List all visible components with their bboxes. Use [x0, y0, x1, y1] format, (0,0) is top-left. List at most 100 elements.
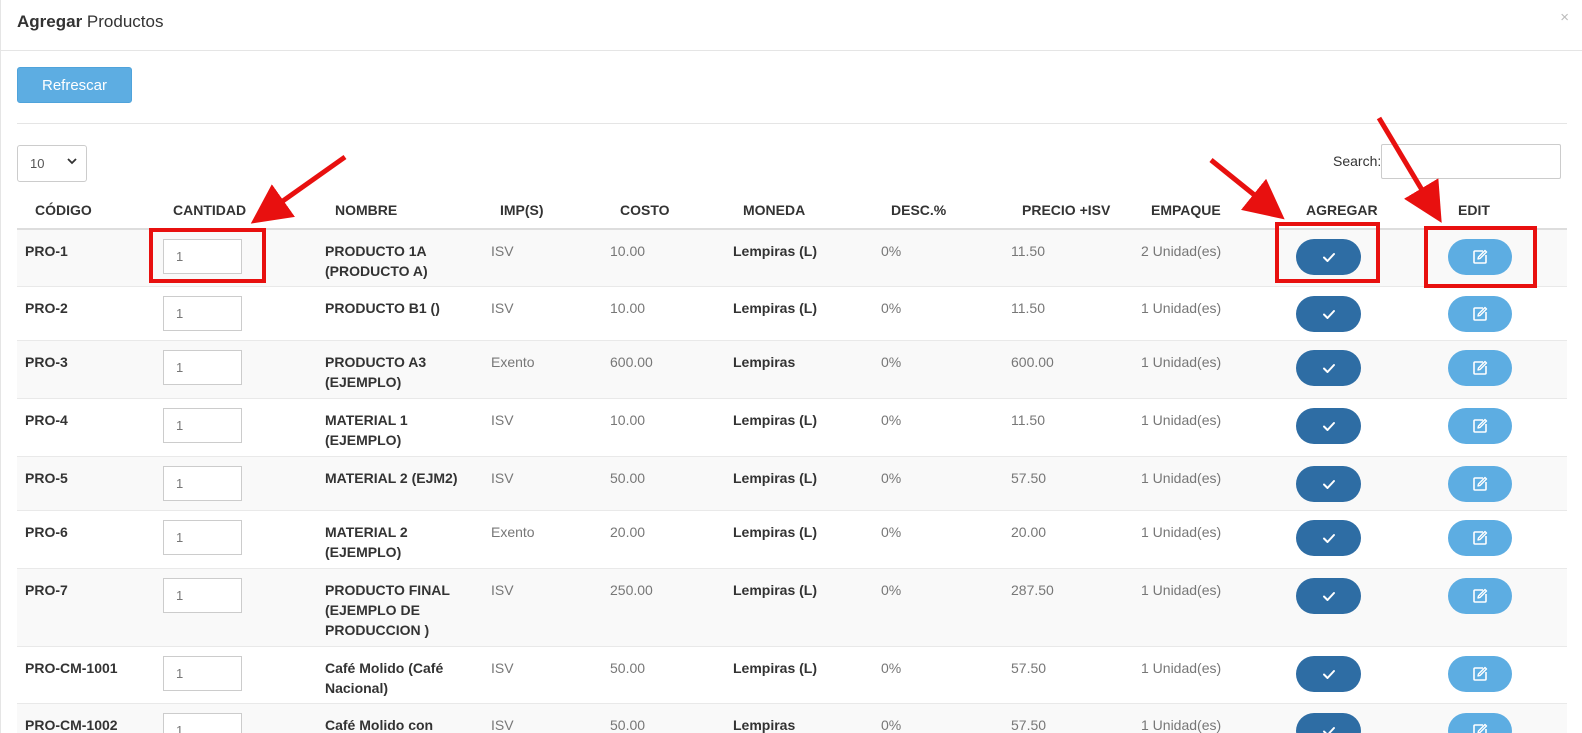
cell-imps: ISV: [491, 582, 514, 598]
quantity-input[interactable]: [163, 713, 242, 733]
cell-nombre: Café Molido (Café Nacional): [325, 660, 444, 696]
table-row: PRO-6 MATERIAL 2 (EJEMPLO) Exento 20.00 Lemp…: [17, 511, 1567, 569]
header-codigo[interactable]: CÓDIGO: [35, 202, 92, 218]
add-product-button[interactable]: [1296, 656, 1361, 692]
edit-product-button[interactable]: [1448, 296, 1512, 332]
cell-desc: 0%: [881, 470, 902, 486]
table-row: PRO-5 MATERIAL 2 (EJM2) ISV 50.00 Lempiras (…: [17, 457, 1567, 511]
cell-empaque: 1 Unidad(es): [1141, 660, 1222, 676]
cell-empaque: 1 Unidad(es): [1141, 354, 1222, 370]
add-products-modal: Agregar Productos × Refrescar 10 Search:…: [0, 0, 1582, 733]
quantity-input[interactable]: [163, 656, 242, 691]
edit-product-button[interactable]: [1448, 520, 1512, 556]
header-costo[interactable]: COSTO: [620, 202, 670, 218]
cell-codigo: PRO-CM-1002: [25, 717, 118, 733]
check-icon: [1322, 591, 1336, 602]
cell-moneda: Lempiras (L): [733, 470, 818, 486]
cell-codigo: PRO-7: [25, 582, 68, 598]
add-product-button[interactable]: [1296, 350, 1361, 386]
quantity-input[interactable]: [163, 350, 242, 385]
table-row: PRO-3 PRODUCTO A3 (EJEMPLO) Exento 600.00 Le…: [17, 341, 1567, 399]
add-product-button[interactable]: [1296, 520, 1361, 556]
cell-moneda: Lempiras (L): [733, 582, 818, 598]
modal-title-bold: Agregar: [17, 12, 83, 31]
cell-nombre: PRODUCTO FINAL (EJEMPLO DE PRODUCCION ): [325, 582, 450, 638]
header-empaque[interactable]: EMPAQUE: [1151, 202, 1221, 218]
edit-product-button[interactable]: [1448, 578, 1512, 614]
highlight-cantidad-box: [149, 228, 266, 283]
header-edit[interactable]: EDIT: [1458, 202, 1490, 218]
cell-codigo: PRO-5: [25, 470, 68, 486]
cell-desc: 0%: [881, 412, 902, 428]
add-product-button[interactable]: [1296, 408, 1361, 444]
header-precio[interactable]: PRECIO +ISV: [1022, 202, 1110, 218]
page-length-select[interactable]: 10: [17, 145, 87, 182]
cell-moneda: Lempiras (L): [733, 412, 818, 428]
search-label: Search:: [1333, 153, 1382, 169]
cell-nombre: PRODUCTO B1 (): [325, 300, 440, 316]
cell-desc: 0%: [881, 582, 902, 598]
cell-precio: 20.00: [1011, 524, 1047, 540]
highlight-agregar-box: [1275, 222, 1380, 283]
cell-precio: 57.50: [1011, 660, 1047, 676]
cell-costo: 50.00: [610, 660, 646, 676]
cell-desc: 0%: [881, 243, 902, 259]
edit-product-button[interactable]: [1448, 350, 1512, 386]
add-product-button[interactable]: [1296, 466, 1361, 502]
cell-costo: 50.00: [610, 717, 646, 733]
check-icon: [1322, 479, 1336, 490]
add-product-button[interactable]: [1296, 296, 1361, 332]
edit-product-button[interactable]: [1448, 656, 1512, 692]
cell-imps: ISV: [491, 412, 514, 428]
cell-costo: 600.00: [610, 354, 653, 370]
quantity-input[interactable]: [163, 466, 242, 501]
cell-codigo: PRO-2: [25, 300, 68, 316]
cell-codigo: PRO-6: [25, 524, 68, 540]
check-icon: [1322, 421, 1336, 432]
close-icon[interactable]: ×: [1560, 10, 1569, 26]
cell-empaque: 1 Unidad(es): [1141, 300, 1222, 316]
cell-desc: 0%: [881, 717, 902, 733]
cell-desc: 0%: [881, 524, 902, 540]
cell-moneda: Lempiras: [733, 354, 796, 370]
edit-icon: [1472, 588, 1488, 604]
edit-product-button[interactable]: [1448, 713, 1512, 733]
quantity-input[interactable]: [163, 296, 242, 331]
cell-codigo: PRO-1: [25, 243, 68, 259]
cell-codigo: PRO-4: [25, 412, 68, 428]
cell-costo: 250.00: [610, 582, 653, 598]
header-moneda[interactable]: MONEDA: [743, 202, 805, 218]
cell-imps: ISV: [491, 300, 514, 316]
edit-icon: [1472, 360, 1488, 376]
edit-product-button[interactable]: [1448, 408, 1512, 444]
cell-precio: 287.50: [1011, 582, 1054, 598]
check-icon: [1322, 309, 1336, 320]
highlight-edit-box: [1424, 226, 1537, 288]
cell-imps: Exento: [491, 354, 535, 370]
refresh-button[interactable]: Refrescar: [17, 67, 132, 103]
add-product-button[interactable]: [1296, 578, 1361, 614]
header-cantidad[interactable]: CANTIDAD: [173, 202, 246, 218]
add-product-button[interactable]: [1296, 713, 1361, 733]
header-nombre[interactable]: NOMBRE: [335, 202, 397, 218]
cell-moneda: Lempiras (L): [733, 243, 818, 259]
quantity-input[interactable]: [163, 408, 242, 443]
cell-moneda: Lempiras: [733, 717, 796, 733]
quantity-input[interactable]: [163, 578, 242, 613]
edit-icon: [1472, 530, 1488, 546]
cell-precio: 11.50: [1011, 412, 1045, 428]
table-row: PRO-CM-1002 Café Molido con ISV 50.00 Lempir…: [17, 704, 1567, 733]
edit-product-button[interactable]: [1448, 466, 1512, 502]
edit-icon: [1472, 723, 1488, 733]
header-agregar[interactable]: AGREGAR: [1306, 202, 1378, 218]
header-desc[interactable]: DESC.%: [891, 202, 946, 218]
cell-nombre: Café Molido con: [325, 717, 434, 733]
header-imps[interactable]: IMP(S): [500, 202, 544, 218]
cell-costo: 10.00: [610, 300, 646, 316]
quantity-input[interactable]: [163, 520, 242, 555]
cell-nombre: MATERIAL 2 (EJEMPLO): [325, 524, 408, 560]
cell-empaque: 2 Unidad(es): [1141, 243, 1222, 259]
search-input[interactable]: [1381, 144, 1561, 179]
cell-precio: 57.50: [1011, 470, 1047, 486]
cell-imps: ISV: [491, 660, 514, 676]
